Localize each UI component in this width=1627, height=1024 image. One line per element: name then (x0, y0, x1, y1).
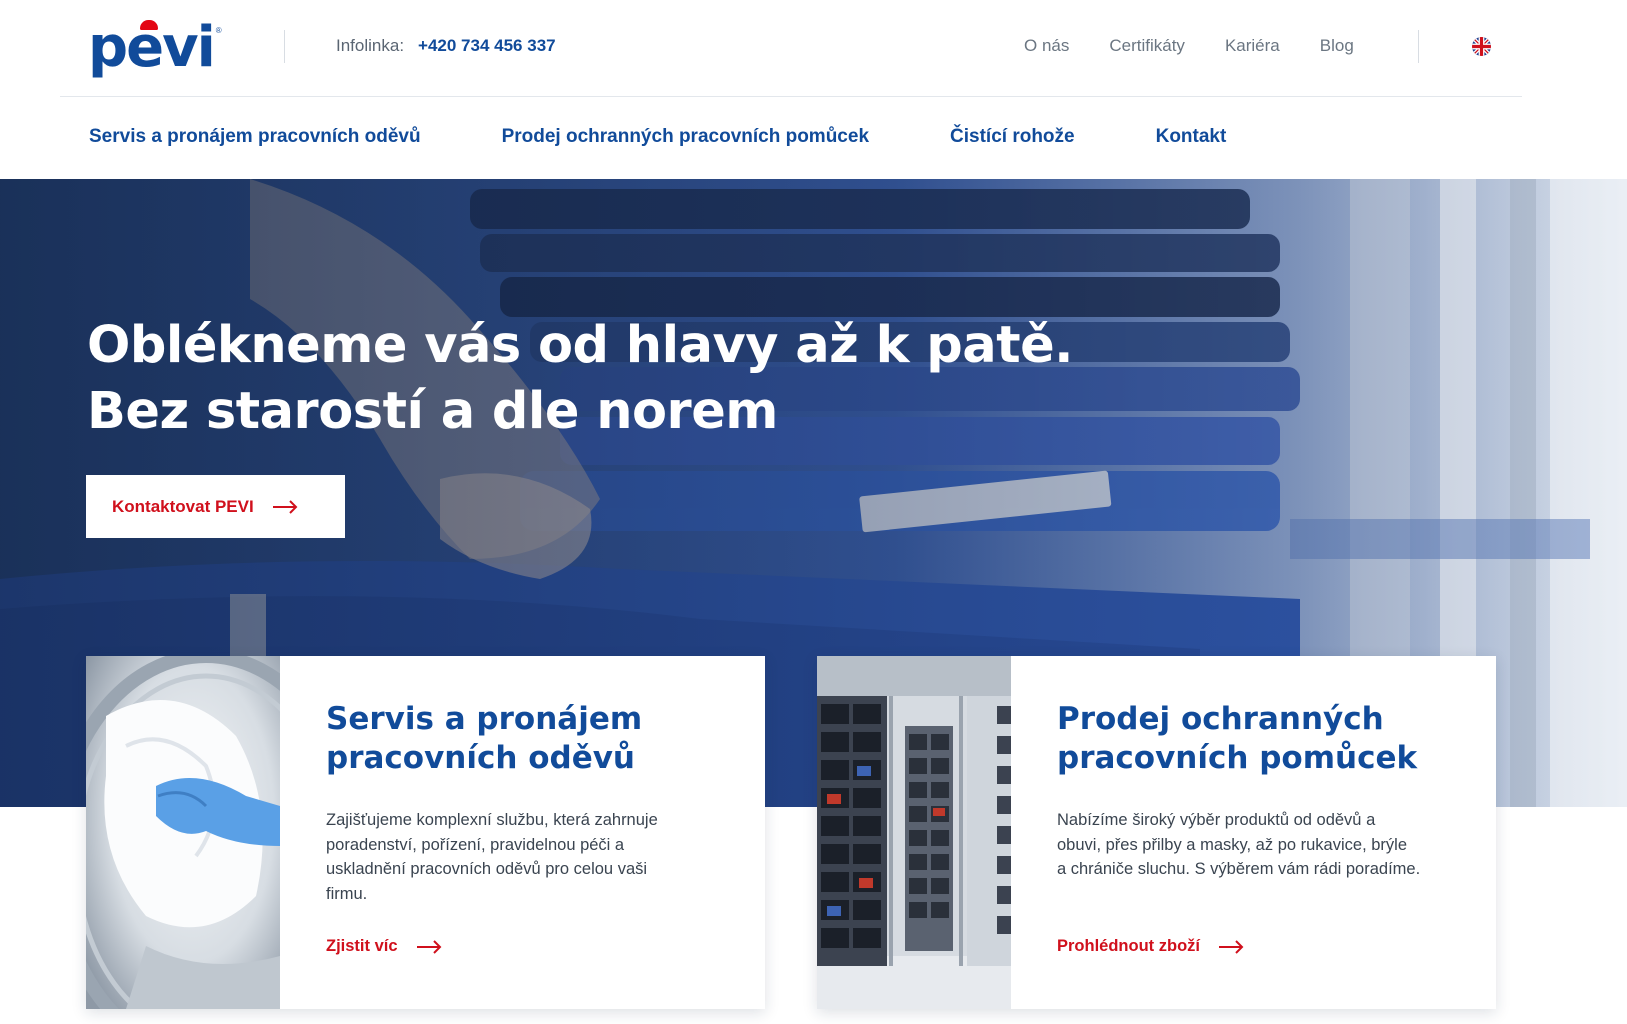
pevi-logo[interactable]: pevi ® (88, 20, 222, 76)
card-text-line: poradenství, pořízení, pravidelnou péči … (326, 835, 625, 854)
top-nav-certificates[interactable]: Certifikáty (1109, 36, 1185, 56)
infoline-label: Infolinka: (336, 36, 405, 55)
header-divider (284, 30, 285, 63)
top-nav-blog[interactable]: Blog (1320, 36, 1354, 56)
logo-red-accent (140, 20, 158, 30)
service-card-rental-title: Servis a pronájem pracovních oděvů (326, 700, 719, 778)
contact-pevi-button-label: Kontaktovat PEVI (112, 496, 254, 516)
hero-title-line1: Oblékneme vás od hlavy až k patě. (87, 316, 1074, 375)
main-nav: Servis a pronájem pracovních oděvů Prode… (89, 126, 1226, 148)
card-text-line: a chrániče sluchu. S výběrem vám rádi po… (1057, 860, 1421, 878)
card-text-line: Zajišťujeme komplexní službu, která zahr… (326, 811, 658, 829)
service-card-rental-body: Servis a pronájem pracovních oděvů Zajiš… (280, 656, 765, 1009)
card-text-line: uskladnění pracovních oděvů pro celou va… (326, 860, 648, 878)
warehouse-shelves-image (817, 656, 1011, 1009)
main-nav-service-rental[interactable]: Servis a pronájem pracovních oděvů (89, 126, 421, 148)
hero-title-line2: Bez starostí a dle norem (87, 382, 778, 441)
browse-products-link-label: Prohlédnout zboží (1057, 937, 1200, 955)
arrow-right-icon (1218, 939, 1244, 954)
top-nav-about[interactable]: O nás (1024, 36, 1069, 56)
uk-flag-icon[interactable] (1472, 37, 1491, 56)
logo-registered-mark: ® (215, 26, 222, 35)
service-card-protective-equipment: Prodej ochranných pracovních pomůcek Nab… (817, 656, 1496, 1009)
browse-products-link[interactable]: Prohlédnout zboží (1057, 937, 1244, 956)
arrow-right-icon (416, 939, 441, 954)
laundry-glove-image (86, 656, 280, 1009)
top-header: pevi ® Infolinka: +420 734 456 337 O nás… (0, 0, 1627, 97)
card-title-line2: pracovních oděvů (326, 740, 636, 776)
learn-more-link-label: Zjistit víc (326, 937, 398, 955)
main-nav-cleaning-mats[interactable]: Čistící rohože (950, 126, 1075, 148)
main-nav-protective-equipment[interactable]: Prodej ochranných pracovních pomůcek (502, 126, 869, 148)
service-card-rental: Servis a pronájem pracovních oděvů Zajiš… (86, 656, 765, 1009)
infoline: Infolinka: +420 734 456 337 (336, 36, 556, 56)
arrow-right-icon (272, 499, 298, 514)
card-text-line: obuvi, přes přilby a masky, až po rukavi… (1057, 835, 1408, 854)
header-divider-right (1418, 30, 1419, 63)
hero-title: Oblékneme vás od hlavy až k patě. Bez st… (87, 313, 1074, 445)
service-card-protective-equipment-body: Prodej ochranných pracovních pomůcek Nab… (1011, 656, 1496, 1009)
service-card-protective-equipment-title: Prodej ochranných pracovních pomůcek (1057, 700, 1450, 778)
card-title-line1: Servis a pronájem (326, 701, 643, 737)
header-separator-line (60, 96, 1522, 97)
card-title-line1: Prodej ochranných (1057, 701, 1384, 737)
infoline-phone-link[interactable]: +420 734 456 337 (418, 36, 556, 56)
card-title-line2: pracovních pomůcek (1057, 740, 1418, 776)
card-text-line: firmu. (326, 884, 368, 903)
card-text-line: Nabízíme široký výběr produktů od oděvů … (1057, 811, 1376, 829)
service-card-rental-text: Zajišťujeme komplexní službu, která zahr… (326, 808, 719, 906)
top-nav: O nás Certifikáty Kariéra Blog (1024, 36, 1354, 56)
top-nav-career[interactable]: Kariéra (1225, 36, 1280, 56)
main-nav-contact[interactable]: Kontakt (1156, 126, 1227, 148)
learn-more-link[interactable]: Zjistit víc (326, 937, 442, 956)
service-card-protective-equipment-text: Nabízíme široký výběr produktů od oděvů … (1057, 808, 1450, 882)
contact-pevi-button[interactable]: Kontaktovat PEVI (86, 475, 345, 538)
